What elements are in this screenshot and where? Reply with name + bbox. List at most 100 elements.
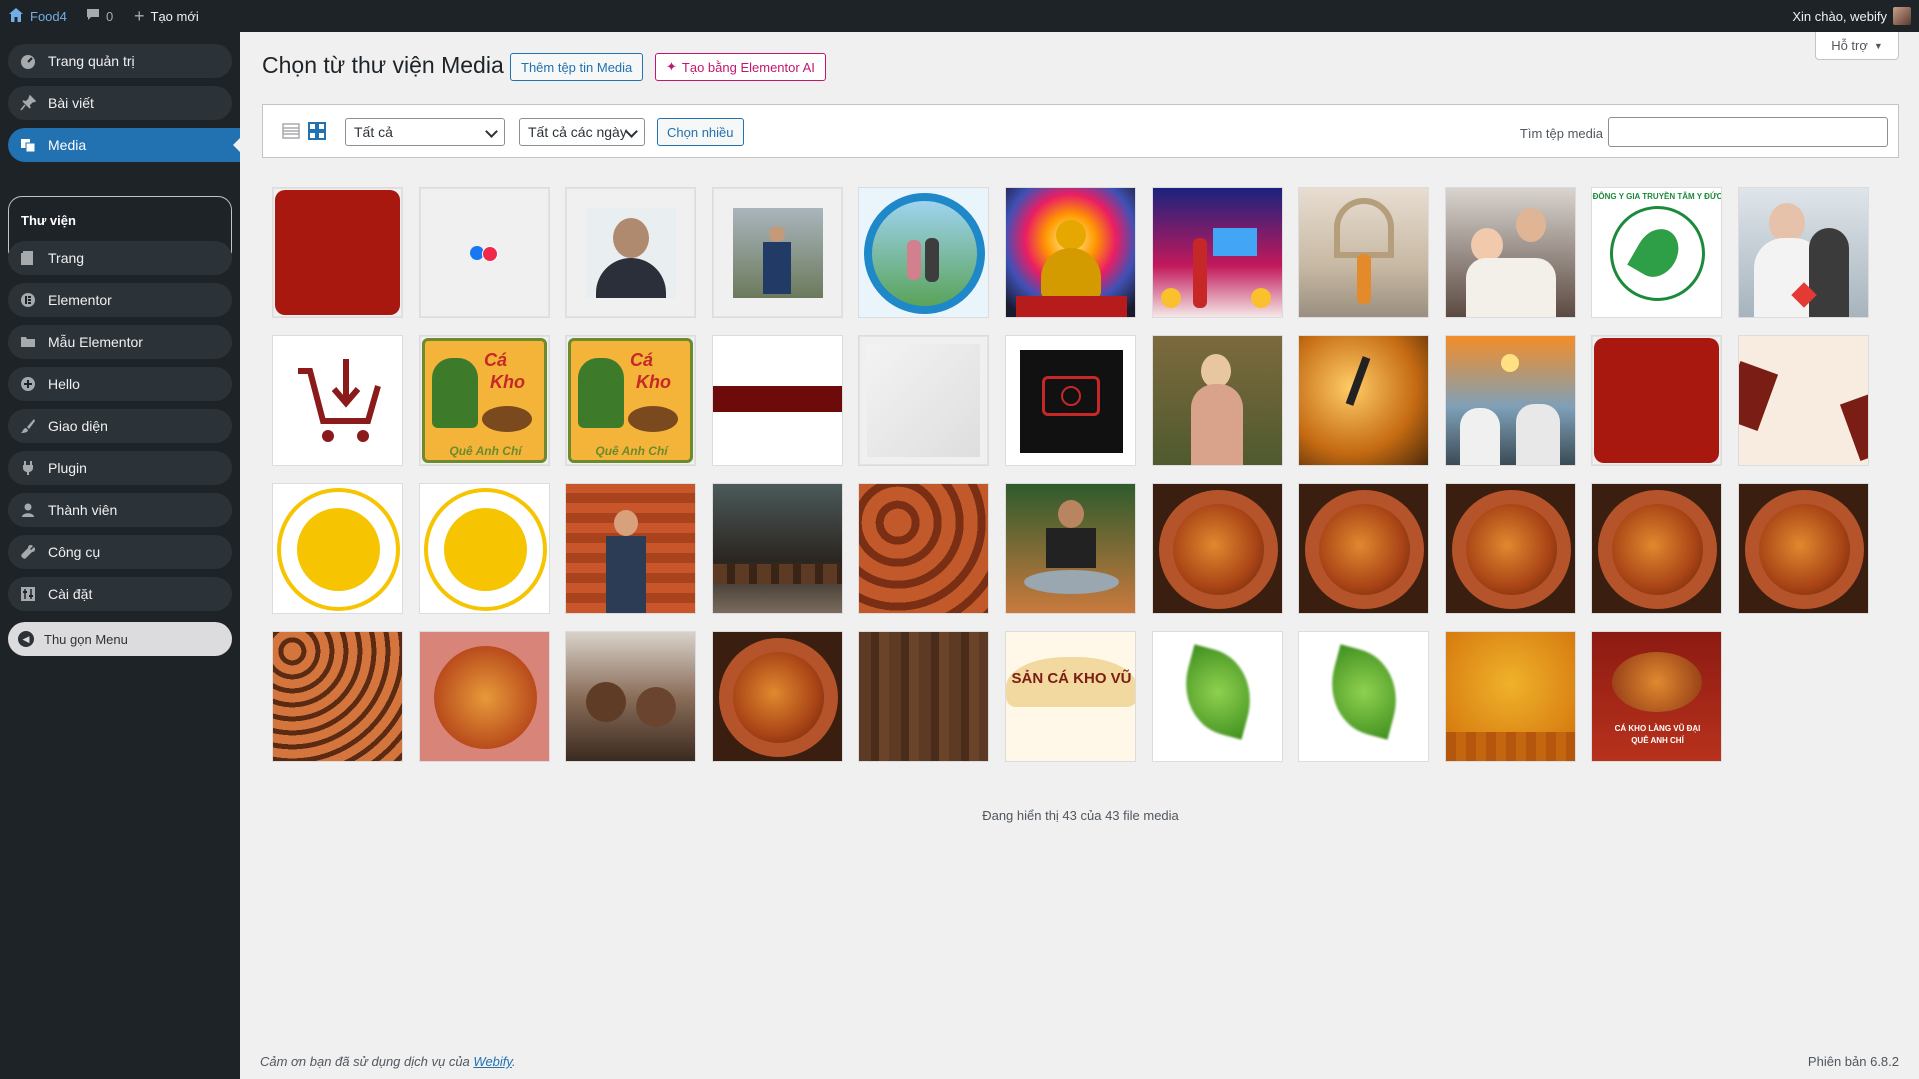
media-thumbnail-san-ca-kho-banner[interactable]: SẢN CÁ KHO VŨ — [1005, 631, 1136, 762]
menu-item-users[interactable]: Thành viên — [8, 493, 232, 527]
media-thumbnail-braised-fish-pot[interactable] — [1591, 483, 1722, 614]
webify-link[interactable]: Webify — [473, 1054, 512, 1069]
brush-icon — [18, 416, 38, 436]
list-view-icon[interactable] — [281, 121, 301, 141]
menu-label: Công cụ — [48, 544, 101, 560]
add-media-button[interactable]: Thêm tệp tin Media — [510, 53, 644, 81]
user-icon — [18, 500, 38, 520]
menu-item-media[interactable]: Media — [8, 128, 241, 162]
menu-label: Hello — [48, 376, 80, 392]
help-tab-button[interactable]: Hỗ trợ ▼ — [1815, 32, 1899, 60]
menu-item-settings[interactable]: Cài đặt — [8, 577, 232, 611]
menu-item-hello[interactable]: Hello — [8, 367, 232, 401]
menu-item-plugins[interactable]: Plugin — [8, 451, 232, 485]
comments-count: 0 — [106, 8, 114, 24]
media-thumbnail-woman-in-water[interactable] — [1152, 335, 1283, 466]
media-thumbnail-couple-in-circle-frame[interactable] — [858, 187, 989, 318]
filter-date-value: Tất cả các ngày — [528, 124, 627, 140]
media-thumbnail-mother-with-child[interactable] — [1445, 187, 1576, 318]
menu-label: Giao diện — [48, 418, 108, 434]
avatar — [1893, 7, 1911, 25]
media-thumbnail-yellow-circle[interactable] — [419, 483, 550, 614]
plus-circle-icon — [18, 374, 38, 394]
admin-sidebar: Trang quản trị Bài viết Media Thư viện T… — [0, 32, 241, 1079]
menu-item-tools[interactable]: Công cụ — [8, 535, 232, 569]
media-thumbnail-man-in-suit-outdoors[interactable] — [712, 187, 843, 318]
pin-icon — [18, 93, 38, 113]
comments-link[interactable]: 0 — [86, 0, 113, 32]
dashboard-icon — [18, 51, 38, 71]
date-filter[interactable]: Tất cả các ngày — [519, 118, 645, 146]
media-thumbnail-ca-kho-logo[interactable]: Cá Kho Quê Anh Chí — [565, 335, 696, 466]
submenu-library[interactable]: Thư viện — [21, 207, 219, 233]
media-thumbnail-orange-wood-background[interactable] — [1445, 631, 1576, 762]
elementor-ai-button[interactable]: ✦ Tạo bằng Elementor AI — [655, 53, 826, 81]
media-thumbnail-braised-fish-pot[interactable] — [1152, 483, 1283, 614]
media-thumbnail-bride-with-heart[interactable] — [1738, 187, 1869, 318]
collapse-menu-button[interactable]: ◀ Thu gọn Menu — [8, 622, 232, 656]
media-thumbnail-dong-y-logo[interactable]: ĐÔNG Y GIA TRUYỀN TÂM Y ĐỨC — [1591, 187, 1722, 318]
chevron-down-icon — [625, 125, 638, 138]
media-thumbnail-red-white-banner[interactable] — [712, 335, 843, 466]
plugin-icon — [18, 458, 38, 478]
media-thumbnail-smoky-kitchen[interactable] — [712, 483, 843, 614]
media-thumbnail-like-heart-icons[interactable] — [419, 187, 550, 318]
menu-label: Trang — [48, 250, 85, 266]
media-thumbnail-woman-at-event-stage[interactable] — [1152, 187, 1283, 318]
media-thumbnail-cream-background[interactable] — [1738, 335, 1869, 466]
chevron-down-icon — [485, 125, 498, 138]
media-thumbnail-green-leaf[interactable] — [1298, 631, 1429, 762]
media-thumbnail-braised-fish-pot[interactable] — [712, 631, 843, 762]
new-content-link[interactable]: + Tạo mới — [134, 0, 199, 32]
media-thumbnail-braised-fish-pot[interactable] — [1738, 483, 1869, 614]
media-thumbnail-man-with-fish[interactable] — [1005, 483, 1136, 614]
footer-version: Phiên bản 6.8.2 — [1807, 1054, 1899, 1069]
media-thumbnail-ca-kho-lang-vu-dai-poster[interactable]: CÁ KHO LÀNG VŨ ĐẠI QUÊ ANH CHÍ — [1591, 631, 1722, 762]
media-thumbnail-cooking-pots-fire[interactable] — [565, 631, 696, 762]
bulk-select-button[interactable]: Chọn nhiều — [657, 118, 744, 146]
media-icon — [18, 135, 38, 155]
media-thumbnail-autumn-photo[interactable] — [1298, 335, 1429, 466]
media-thumbnail-gray-texture[interactable] — [858, 335, 989, 466]
media-thumbnail-braised-fish-pot[interactable] — [1298, 483, 1429, 614]
media-thumbnail-braised-fish-pot[interactable] — [1445, 483, 1576, 614]
site-name-link[interactable]: Food4 — [8, 0, 67, 32]
menu-item-posts[interactable]: Bài viết — [8, 86, 232, 120]
menu-item-elementor-templates[interactable]: Mẫu Elementor — [8, 325, 232, 359]
plus-icon: + — [134, 6, 145, 26]
wrench-icon — [18, 542, 38, 562]
media-thumbnail-wood-texture[interactable] — [858, 631, 989, 762]
media-thumbnail-travel-photography-logo[interactable] — [1005, 335, 1136, 466]
footer-thanks-text: Cảm ơn bạn đã sử dụng dịch vụ của — [260, 1054, 470, 1069]
media-thumbnail-braised-fish-closeup[interactable] — [419, 631, 550, 762]
media-thumbnail-clay-pots-fish[interactable] — [858, 483, 989, 614]
menu-item-elementor[interactable]: Elementor — [8, 283, 232, 317]
filter-type-value: Tất cả — [354, 124, 393, 140]
media-thumbnail-man-at-palace-gate[interactable] — [1298, 187, 1429, 318]
account-menu[interactable]: Xin chào, webify — [1792, 0, 1911, 32]
search-input[interactable] — [1608, 117, 1888, 147]
media-count-status: Đang hiển thị 43 của 43 file media — [982, 808, 1179, 823]
folder-icon — [18, 332, 38, 352]
media-thumbnail-red-rounded-square[interactable] — [272, 187, 403, 318]
menu-label: Cài đặt — [48, 586, 93, 602]
media-thumbnail-yellow-circle[interactable] — [272, 483, 403, 614]
comment-icon — [86, 8, 100, 25]
media-thumbnail-many-clay-pots[interactable] — [272, 631, 403, 762]
media-thumbnail-sunset-group[interactable] — [1445, 335, 1576, 466]
menu-item-appearance[interactable]: Giao diện — [8, 409, 232, 443]
media-thumbnail-cart-download-icon[interactable] — [272, 335, 403, 466]
media-thumbnail-man-portrait[interactable] — [565, 187, 696, 318]
menu-label: Bài viết — [48, 95, 94, 111]
media-thumbnail-ca-kho-logo[interactable]: Cá Kho Quê Anh Chí — [419, 335, 550, 466]
media-thumbnail-green-leaf[interactable] — [1152, 631, 1283, 762]
media-type-filter[interactable]: Tất cả — [345, 118, 505, 146]
menu-item-pages[interactable]: Trang — [8, 241, 232, 275]
grid-view-icon[interactable] — [307, 121, 327, 141]
home-icon — [8, 7, 24, 26]
media-thumbnail-red-rounded-square[interactable] — [1591, 335, 1722, 466]
new-label: Tạo mới — [150, 8, 199, 24]
menu-item-dashboard[interactable]: Trang quản trị — [8, 44, 232, 78]
media-thumbnail-golden-buddha[interactable] — [1005, 187, 1136, 318]
media-thumbnail-woman-with-clay-pots[interactable] — [565, 483, 696, 614]
